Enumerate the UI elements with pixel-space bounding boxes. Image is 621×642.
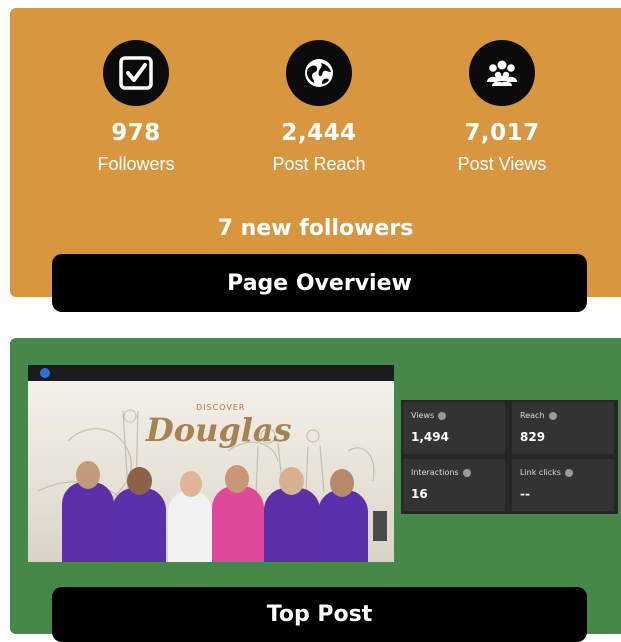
views-metric: Views 1,494 [403,402,505,454]
checkbox-icon [103,40,169,106]
person-head [76,461,100,489]
people-group-icon [469,40,535,106]
post-metrics-panel: Views 1,494 Reach 829 Interactions 16 Li… [401,400,618,514]
person-head [225,465,249,493]
douglas-sign-text: Douglas [146,411,292,449]
views-label: Views [411,411,447,420]
person-head [180,471,202,497]
post-image-header [28,365,394,381]
person [264,488,320,562]
info-icon[interactable] [564,468,573,477]
person [212,486,264,562]
globe-icon [286,40,352,106]
followers-count: 978 [111,120,161,146]
new-followers-text: 7 new followers [217,216,414,241]
person [62,482,114,562]
info-icon[interactable] [462,468,471,477]
reach-label: Reach [520,411,557,420]
interactions-value: 16 [411,487,428,501]
post-reach-stat: 2,444 Post Reach [239,40,399,175]
followers-stat: 978 Followers [56,40,216,175]
top-post-title: Top Post [52,587,587,642]
person-head [279,467,304,495]
reach-value: 829 [520,430,546,444]
followers-label: Followers [97,154,175,174]
post-reach-label: Post Reach [272,154,366,174]
person [318,490,368,562]
reach-metric: Reach 829 [512,402,614,454]
water-bottle [373,511,387,541]
person-head [127,467,152,495]
interactions-metric: Interactions 16 [403,459,505,511]
top-post-image[interactable]: DISCOVER Douglas [28,365,394,562]
interactions-label: Interactions [411,468,471,477]
post-views-label: Post Views [457,154,547,174]
post-photo: DISCOVER Douglas [28,381,394,562]
link-clicks-label: Link clicks [520,468,573,477]
person-head [330,469,354,497]
page-overview-title: Page Overview [52,254,587,312]
post-views-stat: 7,017 Post Views [422,40,582,175]
person [112,488,166,562]
link-clicks-metric: Link clicks -- [512,459,614,511]
info-icon[interactable] [438,411,447,420]
person [168,490,212,562]
info-icon[interactable] [548,411,557,420]
post-views-count: 7,017 [464,120,540,146]
facebook-icon [40,367,50,378]
link-clicks-value: -- [520,487,530,501]
post-reach-count: 2,444 [281,120,357,146]
views-value: 1,494 [411,430,449,444]
